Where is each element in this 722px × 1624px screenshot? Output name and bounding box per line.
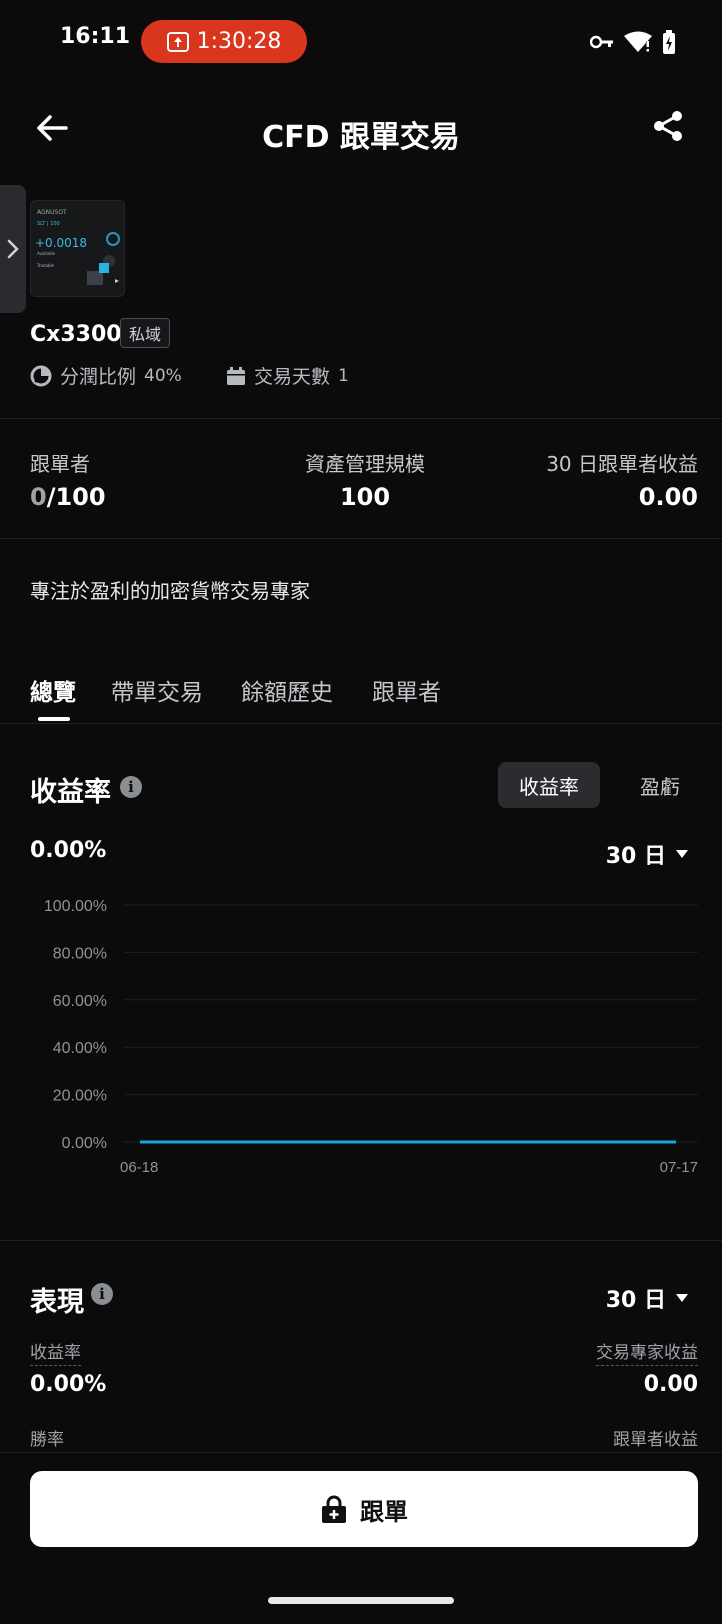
aum-value: 100 xyxy=(339,483,391,511)
x-tick-label: 07-17 xyxy=(660,1159,698,1176)
tab-overview[interactable]: 總覽 xyxy=(30,673,76,707)
pie-chart-icon xyxy=(30,365,52,386)
performance-period-label: 30 日 xyxy=(605,1288,666,1313)
screen-record-icon xyxy=(166,31,189,52)
trader-name: Cx3300 xyxy=(30,322,122,347)
perf-roi-label[interactable]: 收益率 xyxy=(30,1338,81,1366)
record-timer: 1:30:28 xyxy=(196,29,282,54)
home-indicator[interactable] xyxy=(268,1597,454,1604)
vpn-key-icon xyxy=(590,35,613,49)
segment-roi[interactable]: 收益率 xyxy=(498,762,600,808)
divider xyxy=(0,538,722,539)
divider xyxy=(0,1452,722,1453)
trading-days-label: 交易天數 xyxy=(254,366,331,388)
tab-balance-history[interactable]: 餘額歷史 xyxy=(241,673,333,707)
tab-followers[interactable]: 跟單者 xyxy=(372,673,441,707)
battery-icon xyxy=(663,30,675,54)
caret-down-icon xyxy=(676,1294,688,1302)
perf-expert-pnl-value: 0.00 xyxy=(643,1372,698,1397)
profit-share-value: 40% xyxy=(144,365,182,386)
y-tick-label: 60.00% xyxy=(53,993,107,1010)
info-icon[interactable]: i xyxy=(120,776,142,798)
roi-title: 收益率 xyxy=(30,777,111,808)
copy-trade-button[interactable]: 跟單 xyxy=(30,1471,698,1547)
trader-bio: 專注於盈利的加密貨幣交易專家 xyxy=(30,579,310,603)
roi-current-value: 0.00% xyxy=(30,838,107,863)
pnl30-label: 30 日跟單者收益 xyxy=(546,452,698,476)
trading-days: 交易天數 1 xyxy=(226,362,349,389)
performance-period-select[interactable]: 30 日 xyxy=(606,1282,688,1314)
active-tab-indicator xyxy=(38,717,70,721)
profit-share-label: 分潤比例 xyxy=(60,366,137,388)
segment-pnl[interactable]: 盈虧 xyxy=(620,762,700,808)
y-tick-label: 20.00% xyxy=(53,1088,107,1105)
roi-chart: 100.00% 80.00% 60.00% 40.00% 20.00% 0.00% 06-1… xyxy=(44,898,698,1176)
share-button[interactable] xyxy=(652,110,692,150)
avatar-line2: Available xyxy=(37,251,56,256)
perf-follower-pnl-label[interactable]: 跟單者收益 xyxy=(613,1425,698,1453)
share-icon xyxy=(654,111,682,141)
perf-roi-value: 0.00% xyxy=(30,1372,107,1397)
avatar-line3: Tradable xyxy=(37,263,55,268)
lock-plus-icon xyxy=(322,1495,346,1523)
profit-share: 分潤比例 40% xyxy=(30,362,182,389)
pnl30-value: 0.00 xyxy=(638,483,698,511)
avatar-line1: SLT | 100 xyxy=(37,221,60,227)
screen-record-pill[interactable]: 1:30:28 xyxy=(141,20,307,63)
roi-period-select[interactable]: 30 日 xyxy=(606,838,688,870)
perf-winrate-label[interactable]: 勝率 xyxy=(30,1425,64,1453)
y-tick-label: 100.00% xyxy=(44,898,107,915)
status-icons xyxy=(590,30,676,54)
divider xyxy=(0,723,722,724)
trading-days-value: 1 xyxy=(338,365,349,386)
trader-avatar: AGNUSOT SLT | 100 +0.0018 Available Trad… xyxy=(30,200,125,297)
tab-lead-trades[interactable]: 帶單交易 xyxy=(111,673,203,707)
calendar-icon xyxy=(227,366,245,385)
y-tick-label: 80.00% xyxy=(53,945,107,962)
private-badge: 私域 xyxy=(120,318,171,348)
avatar-brand: AGNUSOT xyxy=(37,209,67,216)
page-title: CFD 跟單交易 xyxy=(262,120,460,155)
divider xyxy=(0,1240,722,1241)
performance-title: 表現 xyxy=(30,1287,84,1318)
wifi-icon xyxy=(624,31,652,52)
y-tick-label: 40.00% xyxy=(53,1040,107,1057)
side-drawer-handle[interactable] xyxy=(0,185,26,313)
divider xyxy=(0,418,722,419)
perf-expert-pnl-label[interactable]: 交易專家收益 xyxy=(596,1338,698,1366)
chevron-right-icon xyxy=(7,239,19,259)
status-time: 16:11 xyxy=(60,24,131,49)
y-tick-label: 0.00% xyxy=(62,1135,107,1152)
caret-down-icon xyxy=(676,850,688,858)
roi-period-label: 30 日 xyxy=(605,844,666,869)
copy-trade-label: 跟單 xyxy=(360,1497,408,1526)
avatar-art-icon xyxy=(87,232,120,285)
x-tick-label: 06-18 xyxy=(120,1159,158,1176)
info-icon[interactable]: i xyxy=(91,1283,113,1305)
